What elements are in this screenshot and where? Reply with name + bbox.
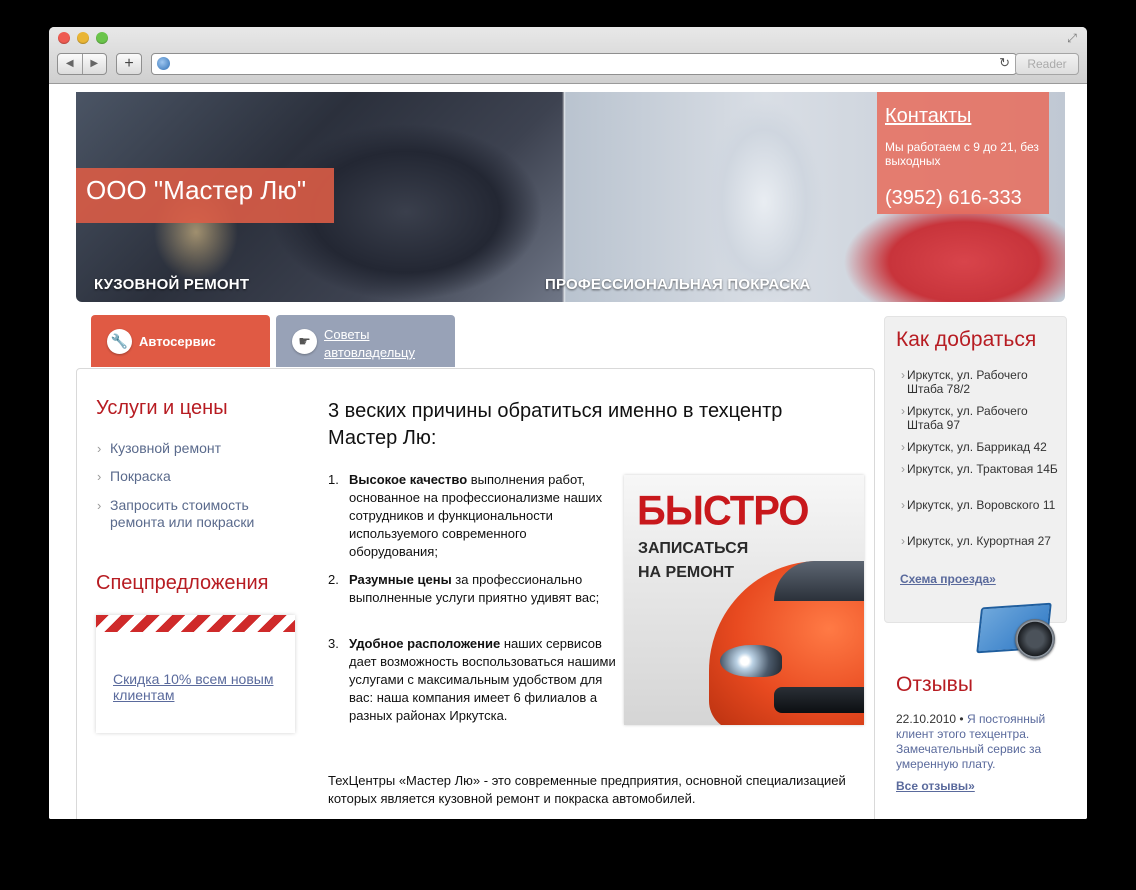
service-link-bodywork[interactable]: Кузовной ремонт [97, 440, 277, 457]
tab-label[interactable]: Советы автовладельцу [324, 326, 444, 362]
add-bookmark-button[interactable]: + [116, 53, 142, 75]
specials-heading: Спецпредложения [96, 572, 269, 594]
car-grille [774, 687, 864, 713]
company-name: ООО "Мастер Лю" [86, 175, 307, 205]
route-scheme-link[interactable]: Схема проезда» [900, 572, 996, 586]
service-link-quote[interactable]: Запросить стоимость ремонта или покраски [97, 497, 277, 531]
reviews-heading: Отзывы [896, 673, 973, 696]
address-bar[interactable]: ↻ [151, 53, 1017, 75]
reader-button[interactable]: Reader [1015, 53, 1079, 75]
reload-icon[interactable]: ↻ [999, 55, 1010, 71]
services-heading: Услуги и цены [96, 397, 228, 419]
review-date: 22.10.2010 [896, 712, 957, 726]
tab-owner-tips[interactable]: ☛ Советы автовладельцу [276, 315, 455, 367]
compass-icon [1015, 619, 1055, 659]
special-offer-card: Скидка 10% всем новым клиентам [96, 615, 295, 733]
special-offer-link[interactable]: Скидка 10% всем новым клиентам [113, 671, 283, 703]
address-item: Иркутск, ул. Трактовая 14Б [901, 462, 1061, 476]
caption-bodywork: КУЗОВНОЙ РЕМОНТ [94, 276, 250, 293]
working-hours: Мы работаем с 9 до 21, без выходных [885, 140, 1039, 168]
back-forward-buttons: ◀ ▶ [57, 53, 107, 75]
intro-paragraph: ТехЦентры «Мастер Лю» - это современные … [328, 773, 846, 806]
back-button[interactable]: ◀ [58, 54, 83, 74]
promo-title: БЫСТРО [637, 487, 809, 535]
directions-heading: Как добраться [896, 328, 1037, 351]
address-item: Иркутск, ул. Рабочего Штаба 78/2 [901, 368, 1061, 396]
zoom-window-button[interactable] [96, 32, 108, 44]
browser-toolbar: ⤢ ◀ ▶ + ↻ Reader [49, 27, 1087, 84]
map-icon [976, 597, 1057, 659]
address-item: Иркутск, ул. Курортная 27 [901, 534, 1061, 548]
promo-subtitle: ЗАПИСАТЬСЯ НА РЕМОНТ [638, 540, 749, 581]
review-separator: • [956, 712, 967, 726]
quick-booking-banner[interactable]: БЫСТРО ЗАПИСАТЬСЯ НА РЕМОНТ [624, 475, 864, 725]
banner-divider [562, 92, 566, 302]
all-reviews-link[interactable]: Все отзывы» [896, 779, 975, 793]
address-item: Иркутск, ул. Воровского 11 [901, 498, 1061, 512]
minimize-window-button[interactable] [77, 32, 89, 44]
review-item: 22.10.2010 • Я постоянный клиент этого т… [896, 712, 1066, 772]
web-page: ООО "Мастер Лю" КУЗОВНОЙ РЕМОНТ ПРОФЕССИ… [49, 84, 1087, 819]
browser-window: ⤢ ◀ ▶ + ↻ Reader ООО "Мастер Лю" КУЗОВНО… [49, 27, 1087, 819]
phone-number: (3952) 616-333 [885, 187, 1022, 209]
caption-painting: ПРОФЕССИОНАЛЬНАЯ ПОКРАСКА [545, 276, 811, 293]
contacts-link[interactable]: Контакты [885, 105, 971, 128]
address-item: Иркутск, ул. Баррикад 42 [901, 440, 1061, 454]
tab-autoservice[interactable]: 🔧 Автосервис [91, 315, 270, 367]
car-headlight [720, 645, 782, 677]
close-window-button[interactable] [58, 32, 70, 44]
globe-icon [157, 57, 170, 70]
main-heading: 3 веских причины обратиться именно в тех… [328, 400, 783, 449]
tab-label: Автосервис [139, 334, 216, 349]
hazard-stripes [96, 615, 295, 632]
service-link-painting[interactable]: Покраска [97, 468, 277, 485]
fullscreen-icon[interactable]: ⤢ [1065, 31, 1079, 45]
address-item: Иркутск, ул. Рабочего Штаба 97 [901, 404, 1061, 432]
header-banner: ООО "Мастер Лю" КУЗОВНОЙ РЕМОНТ ПРОФЕССИ… [76, 92, 1065, 302]
forward-button[interactable]: ▶ [83, 54, 107, 74]
wrench-icon: 🔧 [107, 329, 132, 354]
hand-icon: ☛ [292, 329, 317, 354]
